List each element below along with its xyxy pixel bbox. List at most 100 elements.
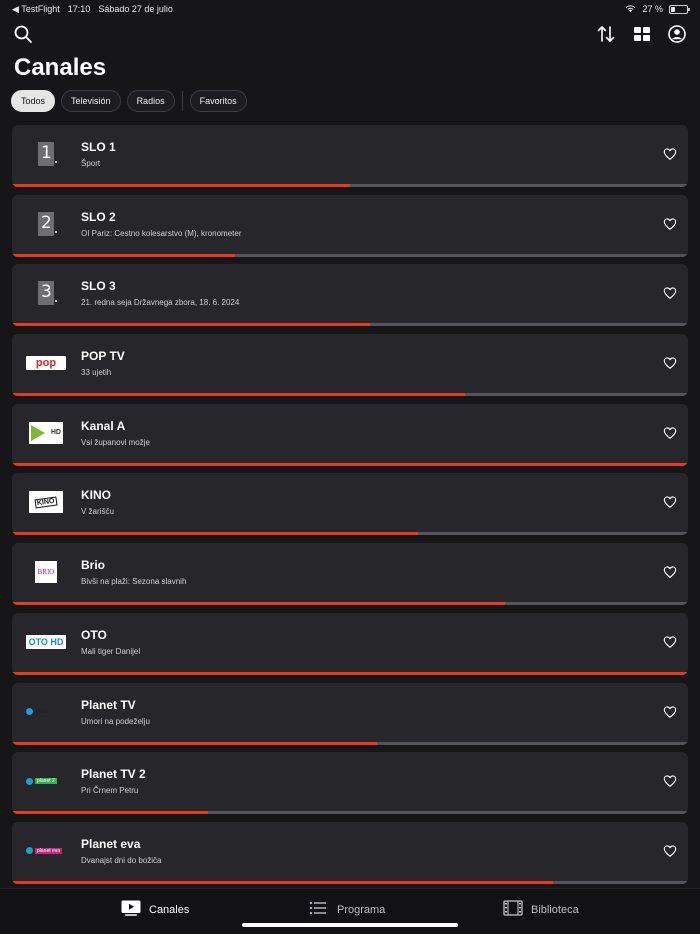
channel-name: OTO: [81, 627, 107, 642]
progress-track: [12, 532, 688, 536]
status-time: 17:10: [67, 4, 91, 14]
channel-card[interactable]: planet Planet TV Umori na podeželju: [12, 682, 688, 745]
list-icon: [309, 900, 329, 919]
filter-television[interactable]: Televisión: [61, 90, 121, 112]
channel-name: SLO 3: [81, 279, 116, 294]
channel-card[interactable]: BRIO Brio Bivši na plaži: Sezona slavnih: [12, 543, 688, 606]
filter-favoritos[interactable]: Favoritos: [189, 90, 247, 112]
channel-logo: 1: [26, 141, 66, 167]
channel-program: Umori na podeželju: [81, 716, 150, 726]
channel-card[interactable]: KINO KINO V žarišču: [12, 473, 688, 536]
channel-name: SLO 2: [81, 209, 116, 224]
channel-logo: planet 2: [26, 768, 66, 794]
channel-card[interactable]: HD Kanal A Vsi županovi možje: [12, 403, 688, 466]
channel-program: 33 ujetih: [81, 368, 112, 378]
battery-icon: [669, 4, 690, 14]
channel-program: Dvanajst dni do božiča: [81, 855, 162, 865]
tab-label: Canales: [149, 903, 190, 916]
bottom-tab-bar: Canales Programa Biblioteca: [0, 888, 700, 934]
battery-level: [671, 6, 676, 12]
wifi-icon: [625, 4, 636, 15]
tab-label: Biblioteca: [531, 903, 579, 916]
filter-todos[interactable]: Todos: [11, 90, 56, 112]
progress-fill: [12, 323, 371, 327]
filter-divider: [181, 91, 183, 111]
channel-logo: HD: [26, 420, 66, 446]
channel-program: Bivši na plaži: Sezona slavnih: [81, 577, 187, 587]
grid-view-icon[interactable]: [630, 22, 654, 46]
channel-name: Brio: [81, 558, 105, 573]
heart-icon[interactable]: [663, 217, 677, 231]
progress-track: [12, 393, 688, 397]
top-toolbar: [0, 22, 700, 48]
progress-track: [12, 671, 688, 675]
channel-name: Planet TV 2: [81, 767, 146, 782]
page-title: Canales: [14, 54, 107, 81]
heart-icon[interactable]: [663, 426, 677, 440]
progress-fill: [12, 671, 688, 675]
heart-icon[interactable]: [663, 774, 677, 788]
channel-name: Kanal A: [81, 418, 126, 433]
channel-logo: planet eva: [26, 838, 66, 864]
progress-fill: [12, 602, 506, 606]
channel-list: 1 SLO 1 Šport 2 SLO 2 OI Pariz: Cestno k…: [12, 125, 688, 892]
heart-icon[interactable]: [663, 147, 677, 161]
progress-track: [12, 880, 688, 884]
channel-card[interactable]: 2 SLO 2 OI Pariz: Cestno kolesarstvo (M)…: [12, 194, 688, 257]
channel-program: OI Pariz: Cestno kolesarstvo (M), kronom…: [81, 228, 242, 238]
channel-card[interactable]: 3 SLO 3 21. redna seja Državnega zbora, …: [12, 264, 688, 327]
home-indicator: [242, 923, 458, 927]
filter-radios[interactable]: Radios: [126, 90, 175, 112]
progress-fill: [12, 880, 553, 884]
channel-program: V žarišču: [81, 507, 114, 517]
channel-card[interactable]: 1 SLO 1 Šport: [12, 125, 688, 187]
channel-program: Šport: [81, 159, 101, 168]
channel-card[interactable]: pop POP TV 33 ujetih: [12, 334, 688, 397]
heart-icon[interactable]: [663, 286, 677, 300]
progress-fill: [12, 393, 465, 397]
channel-card[interactable]: planet 2 Planet TV 2 Pri Črnem Petru: [12, 752, 688, 815]
channel-name: SLO 1: [81, 140, 116, 154]
channel-logo: 3: [26, 280, 66, 306]
tab-biblioteca[interactable]: Biblioteca: [503, 900, 579, 919]
status-bar: ◀ TestFlight 17:10 Sábado 27 de julio 27…: [0, 0, 700, 18]
channel-program: Mali tiger Danijel: [81, 646, 141, 656]
channel-card[interactable]: OTO HD OTO Mali tiger Danijel: [12, 612, 688, 675]
play-screen-icon: [121, 900, 141, 919]
progress-fill: [12, 253, 236, 257]
tab-programa[interactable]: Programa: [309, 900, 385, 919]
channel-program: Vsi županovi možje: [81, 437, 150, 447]
progress-fill: [12, 532, 418, 536]
progress-track: [12, 184, 688, 187]
progress-fill: [12, 184, 350, 187]
channel-program: 21. redna seja Državnega zbora, 18. 6. 2…: [81, 298, 240, 308]
film-icon: [503, 900, 523, 919]
heart-icon[interactable]: [663, 495, 677, 509]
channel-logo: BRIO: [26, 559, 66, 585]
back-to-app-link[interactable]: ◀ TestFlight: [12, 4, 60, 15]
tab-canales[interactable]: Canales: [121, 900, 189, 919]
channel-name: POP TV: [81, 349, 125, 364]
progress-fill: [12, 741, 378, 745]
channel-name: Planet TV: [81, 697, 136, 712]
progress-track: [12, 602, 688, 606]
channel-logo: 2: [26, 211, 66, 237]
heart-icon[interactable]: [663, 844, 677, 858]
channel-logo: KINO: [26, 489, 66, 515]
heart-icon[interactable]: [663, 705, 677, 719]
progress-fill: [12, 462, 688, 466]
channel-logo: pop: [26, 350, 66, 376]
channel-program: Pri Črnem Petru: [81, 786, 139, 796]
progress-track: [12, 253, 688, 257]
progress-track: [12, 811, 688, 815]
heart-icon[interactable]: [663, 635, 677, 649]
heart-icon[interactable]: [663, 356, 677, 370]
sort-icon[interactable]: [594, 22, 618, 46]
account-icon[interactable]: [665, 22, 689, 46]
heart-icon[interactable]: [663, 565, 677, 579]
battery-percent: 27 %: [642, 4, 663, 14]
channel-card[interactable]: planet eva Planet eva Dvanajst dni do bo…: [12, 821, 688, 884]
tab-label: Programa: [337, 903, 386, 916]
progress-track: [12, 741, 688, 745]
search-icon[interactable]: [11, 22, 35, 46]
